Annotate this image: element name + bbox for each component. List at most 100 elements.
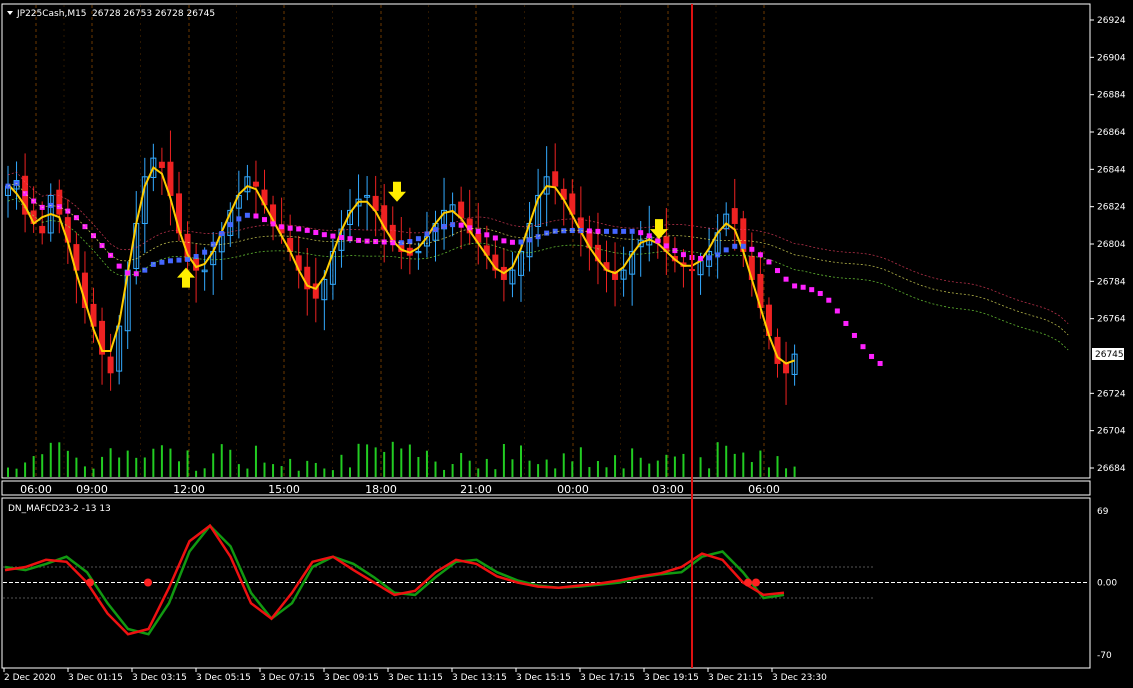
ma-step-marker [698, 256, 704, 262]
candle-body [552, 171, 559, 187]
ma-step-marker [809, 287, 815, 293]
ma-step-marker [775, 268, 780, 274]
ma-step-marker [860, 344, 866, 350]
ma-step-marker [484, 232, 490, 238]
time-label: 12:00 [173, 483, 205, 496]
time-label: 15:00 [268, 483, 300, 496]
osc-time-label: 2 Dec 2020 [4, 673, 56, 683]
osc-time-label: 3 Dec 19:15 [644, 673, 699, 683]
ma-step-marker [766, 259, 772, 265]
ma-step-marker [492, 235, 498, 241]
time-label: 06:00 [748, 483, 780, 496]
ma-step-marker [792, 283, 798, 289]
current-price-label: 26745 [1095, 350, 1124, 360]
ma-step-marker [501, 238, 507, 244]
ma-step-marker [663, 243, 669, 249]
ma-step-marker [287, 225, 293, 231]
ma-step-marker [321, 232, 327, 238]
cross-dot [144, 578, 152, 587]
indicator-label: DN_MAFCD23-2 -13 13 [8, 504, 111, 514]
osc-time-label: 3 Dec 03:15 [132, 673, 187, 683]
ma-step-marker [544, 230, 550, 236]
ma-step-marker [646, 233, 652, 239]
ma-step-marker [253, 213, 259, 219]
ma-step-marker [116, 263, 122, 269]
ma-step-marker [202, 249, 208, 255]
ma-step-marker [843, 320, 849, 326]
time-label: 21:00 [460, 483, 492, 496]
ma-step-marker [740, 243, 746, 249]
ma-step-marker [304, 227, 310, 233]
ma-step-marker [586, 228, 592, 234]
ma-step-marker [826, 297, 832, 303]
ma-step-marker [415, 236, 421, 242]
ma-step-marker [723, 247, 729, 253]
ma-step-marker [604, 228, 609, 234]
price-tick-label: 26904 [1097, 53, 1126, 63]
ma-step-marker [381, 239, 387, 245]
osc-time-label: 3 Dec 13:15 [452, 673, 507, 683]
cross-dot [744, 578, 752, 587]
ma-step-marker [680, 252, 686, 258]
ma-step-marker [800, 284, 806, 290]
ma-step-marker [338, 235, 344, 241]
osc-time-label: 3 Dec 11:15 [388, 673, 443, 683]
price-tick-label: 26684 [1097, 464, 1126, 474]
ma-step-marker [655, 238, 661, 244]
ma-step-marker [176, 257, 182, 263]
candle-body [39, 225, 46, 234]
price-tick-label: 26784 [1097, 277, 1126, 287]
osc-time-label: 3 Dec 17:15 [580, 673, 635, 683]
ma-step-marker [518, 239, 524, 245]
candle-body [731, 208, 738, 224]
ma-step-marker [621, 228, 627, 234]
ma-step-marker [262, 217, 267, 223]
price-tick-label: 26844 [1097, 165, 1126, 175]
ma-step-marker [150, 261, 156, 267]
ma-step-marker [869, 353, 875, 359]
ma-step-marker [757, 252, 763, 258]
osc-time-label: 3 Dec 15:15 [516, 673, 571, 683]
price-tick-label: 26724 [1097, 389, 1126, 399]
time-label: 06:00 [20, 483, 52, 496]
price-tick-label: 26764 [1097, 315, 1126, 325]
trading-chart[interactable]: JP225Cash,M15 26728 26753 26728 26745 DN… [0, 0, 1133, 688]
ohlc-readout: 26728 26753 26728 26745 [92, 9, 215, 19]
osc-time-label: 3 Dec 09:15 [324, 673, 379, 683]
ma-step-marker [509, 239, 515, 245]
ma-step-marker [244, 212, 250, 218]
ma-step-marker [595, 228, 601, 234]
ma-step-marker [638, 230, 644, 236]
osc-tick-label: 69 [1097, 507, 1109, 517]
time-label: 18:00 [365, 483, 397, 496]
ma-step-marker [732, 243, 738, 249]
price-tick-label: 26824 [1097, 203, 1126, 213]
ma-step-marker [330, 233, 336, 239]
osc-time-label: 3 Dec 05:15 [196, 673, 251, 683]
osc-time-label: 3 Dec 07:15 [260, 673, 315, 683]
osc-time-label: 3 Dec 21:15 [708, 673, 763, 683]
price-tick-label: 26864 [1097, 128, 1126, 138]
candle-body [252, 181, 259, 187]
cross-dot [752, 578, 760, 587]
ma-step-marker [356, 237, 362, 243]
ma-step-marker [407, 239, 413, 245]
candle-body [458, 201, 465, 219]
ma-step-marker [210, 241, 216, 247]
time-label: 09:00 [76, 483, 108, 496]
ma-step-marker [433, 227, 438, 233]
ma-step-marker [159, 259, 165, 265]
ma-step-marker [167, 258, 173, 264]
ma-step-marker [877, 360, 883, 366]
osc-time-label: 3 Dec 01:15 [68, 673, 123, 683]
osc-tick-label: 0.00 [1097, 579, 1117, 589]
ma-step-marker [270, 221, 276, 227]
ma-step-marker [5, 183, 11, 189]
candle-body [56, 189, 63, 215]
candle-body [107, 356, 114, 374]
symbol-label: JP225Cash,M15 [16, 9, 87, 19]
candle-body [158, 161, 165, 168]
price-tick-label: 26804 [1097, 240, 1126, 250]
cross-dot [86, 578, 94, 587]
ma-step-marker [706, 255, 712, 261]
